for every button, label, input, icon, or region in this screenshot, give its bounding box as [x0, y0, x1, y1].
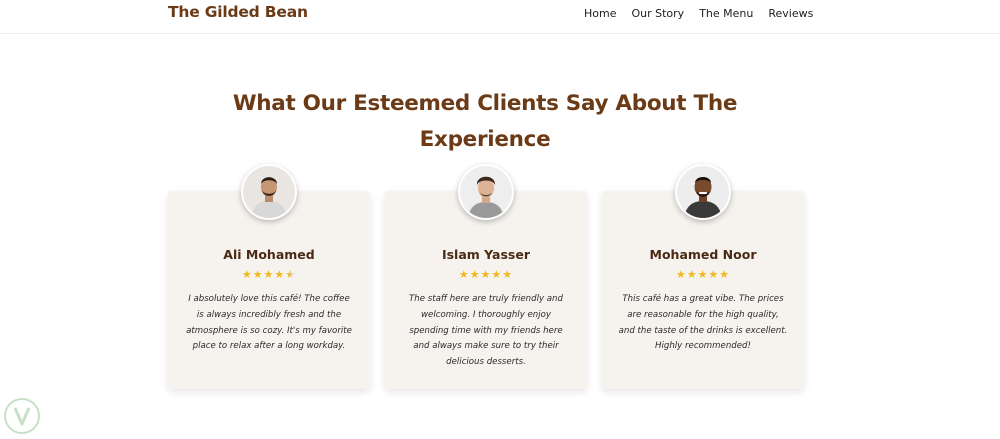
nav-link-home[interactable]: Home — [584, 7, 616, 20]
verified-badge-icon[interactable] — [2, 396, 42, 436]
star-rating: ★★★★★ — [385, 268, 587, 282]
nav-link-reviews[interactable]: Reviews — [768, 7, 813, 20]
testimonial-quote: I absolutely love this café! The coffee … — [186, 294, 352, 352]
star-icon: ★★★★ — [241, 268, 286, 281]
half-star-icon: ★ — [285, 268, 297, 281]
client-name: Mohamed Noor — [649, 247, 757, 262]
avatar-photo-icon — [243, 166, 295, 218]
avatar-photo-icon — [460, 166, 512, 218]
testimonial-card: Ali Mohamed ★★★★★ I absolutely love this… — [168, 164, 370, 389]
avatar — [458, 164, 514, 220]
top-navbar: The Gilded Bean Home Our Story The Menu … — [0, 0, 1000, 34]
client-name: Ali Mohamed — [223, 247, 315, 262]
brand-logo-text[interactable]: The Gilded Bean — [168, 3, 308, 21]
client-name: Islam Yasser — [441, 247, 531, 262]
avatar — [241, 164, 297, 220]
star-rating: ★★★★★ — [168, 268, 370, 282]
star-icon: ★★★★★ — [458, 268, 514, 281]
main-nav: Home Our Story The Menu Reviews — [584, 7, 813, 20]
star-icon: ★★★★★ — [675, 268, 731, 281]
testimonial-quote: This café has a great vibe. The prices a… — [618, 294, 788, 352]
testimonial-quote: The staff here are truly friendly and we… — [409, 294, 563, 368]
nav-link-the-menu[interactable]: The Menu — [699, 7, 753, 20]
testimonial-card: Islam Yasser ★★★★★ The staff here are tr… — [385, 164, 587, 389]
testimonial-card: Mohamed Noor ★★★★★ This café has a great… — [602, 164, 804, 389]
avatar — [675, 164, 731, 220]
avatar-photo-icon — [677, 166, 729, 218]
nav-link-our-story[interactable]: Our Story — [631, 7, 684, 20]
testimonials-heading: What Our Esteemed Clients Say About The … — [232, 91, 738, 152]
star-rating: ★★★★★ — [602, 268, 804, 282]
